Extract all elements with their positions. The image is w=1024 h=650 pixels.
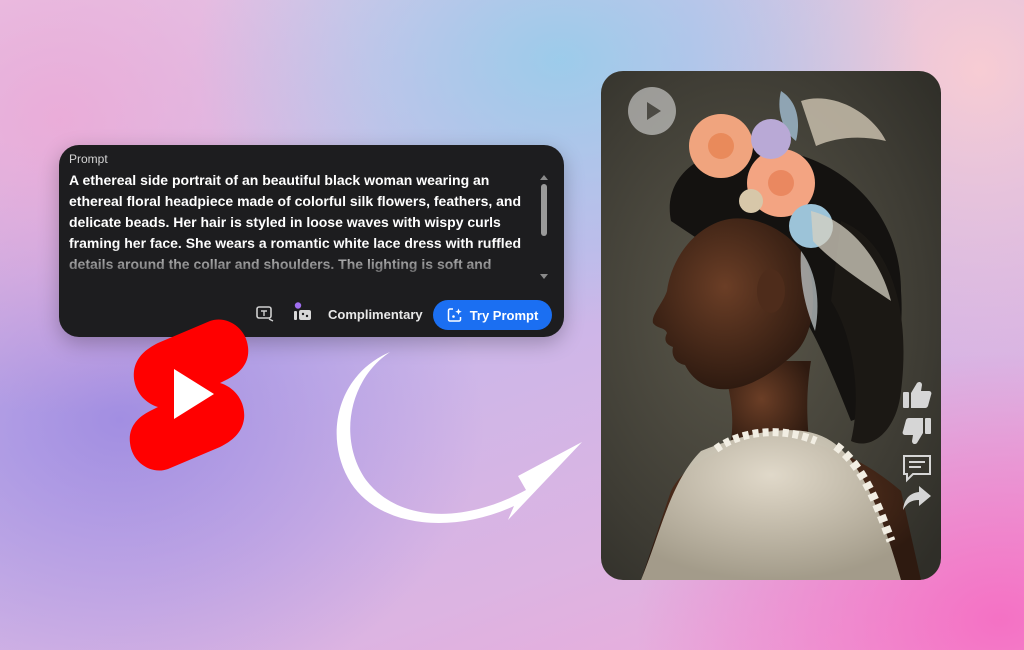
generated-video-card[interactable] — [601, 71, 941, 580]
prompt-card: Prompt A ethereal side portrait of an be… — [59, 145, 564, 337]
try-prompt-label: Try Prompt — [469, 307, 539, 323]
scroll-down-icon[interactable] — [540, 274, 548, 279]
aspect-ratio-icon[interactable] — [256, 306, 274, 322]
portrait-image — [641, 91, 921, 580]
comment-icon[interactable] — [901, 453, 933, 483]
curved-arrow — [336, 352, 582, 523]
thumbs-down-icon[interactable] — [901, 416, 933, 446]
prompt-scrollbar[interactable] — [539, 175, 549, 279]
scroll-up-icon[interactable] — [540, 175, 548, 180]
scroll-thumb[interactable] — [541, 184, 547, 236]
style-reference-icon[interactable] — [292, 302, 312, 322]
youtube-shorts-logo — [129, 319, 249, 471]
thumbs-up-icon[interactable] — [901, 380, 933, 410]
prompt-text[interactable]: A ethereal side portrait of an beautiful… — [69, 170, 529, 276]
complimentary-label: Complimentary — [328, 307, 423, 322]
share-icon[interactable] — [901, 483, 933, 513]
prompt-label: Prompt — [69, 152, 108, 166]
sparkle-frame-icon — [447, 308, 462, 322]
play-icon[interactable] — [628, 87, 676, 135]
try-prompt-button[interactable]: Try Prompt — [433, 300, 552, 330]
